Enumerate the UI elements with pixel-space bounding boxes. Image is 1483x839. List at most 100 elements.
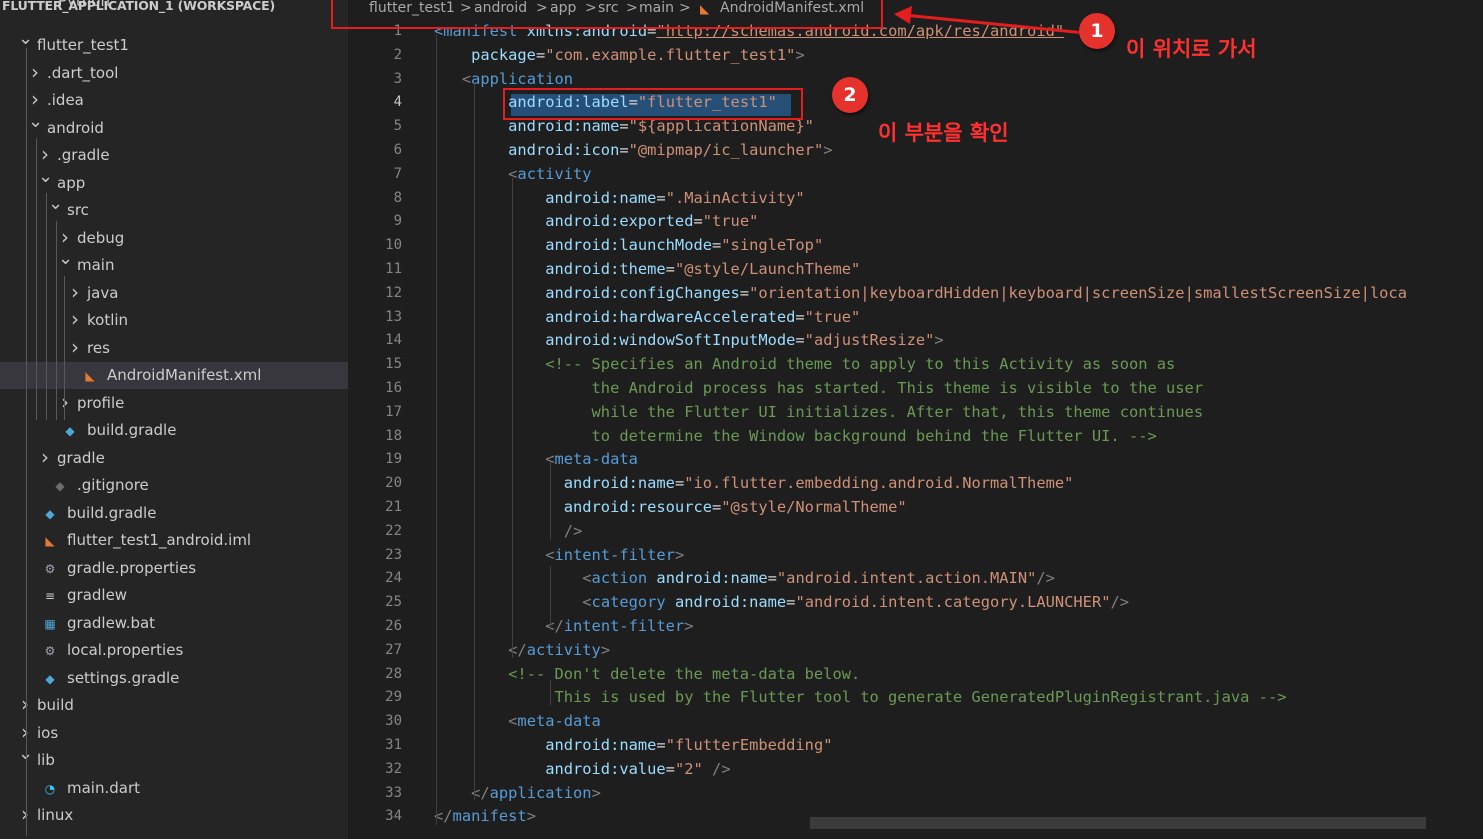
tree-item-label: AndroidManifest.xml [107,366,262,384]
code-line[interactable]: <!-- Specifies an Android theme to apply… [434,355,1175,373]
tree-item-linux[interactable]: › linux [0,802,348,829]
chevron-right-icon[interactable]: › [18,692,32,719]
tree-item-label: local.properties [67,641,184,659]
code-token-eq: = [674,474,685,493]
chevron-right-icon[interactable]: › [68,335,82,362]
code-line[interactable]: android:exported="true" [434,212,758,230]
tree-item-flutter-test1-android-iml[interactable]: ◣ flutter_test1_android.iml [0,527,348,554]
tree-item-res[interactable]: › res [0,335,348,362]
tree-item-gradlew-bat[interactable]: ▦ gradlew.bat [0,610,348,637]
code-token-com: <!-- Don't delete the meta-data below. [508,664,861,683]
code-line[interactable]: <application [434,70,573,88]
chevron-right-icon[interactable]: › [38,445,52,472]
code-token-eq: = [795,307,805,326]
chevron-right-icon[interactable]: › [28,60,42,87]
code-line[interactable]: </application> [434,784,601,802]
chevron-right-icon[interactable]: › [68,307,82,334]
tree-item-settings-gradle[interactable]: ◆ settings.gradle [0,665,348,692]
tree-item-profile[interactable]: › profile [0,390,348,417]
tree-item-main[interactable]: ⌄ main [0,250,348,279]
line-number: 10 [385,237,402,254]
code-line[interactable]: android:name="flutterEmbedding" [434,736,832,754]
chevron-right-icon[interactable]: › [58,390,72,417]
code-line[interactable]: <!-- Don't delete the meta-data below. [434,665,860,683]
code-line[interactable]: android:theme="@style/LaunchTheme" [434,260,860,278]
tree-item-gradle[interactable]: › .gradle [0,142,348,169]
code-line[interactable]: android:windowSoftInputMode="adjustResiz… [434,331,943,349]
code-line[interactable]: android:icon="@mipmap/ic_launcher"> [434,141,832,159]
code-line[interactable]: package="com.example.flutter_test1"> [434,46,805,64]
tree-item-label: java [87,283,119,302]
code-line[interactable]: <meta-data [434,450,638,468]
chevron-down-icon[interactable]: ⌄ [28,112,43,142]
tree-item-gradle[interactable]: › gradle [0,445,348,472]
tree-item-debug[interactable]: › debug [0,225,348,252]
code-line[interactable]: <category android:name="android.intent.c… [434,593,1129,611]
chevron-right-icon[interactable]: › [28,87,42,114]
code-token-val: "true" [804,307,861,326]
code-line[interactable]: android:name="io.flutter.embedding.andro… [434,474,1074,493]
chevron-down-icon[interactable]: ⌄ [18,745,33,774]
tree-item-gradlew[interactable]: ≡ gradlew [0,582,348,609]
annotation-badge-1: 1 [1079,13,1115,49]
tree-item-android[interactable]: ⌄ android [0,112,348,142]
tree-item-idea[interactable]: › .idea [0,87,348,114]
tree-item-local-properties[interactable]: ⚙ local.properties [0,637,348,664]
tree-item-dart-tool[interactable]: › .dart_tool [0,60,348,87]
tree-item-java[interactable]: › java [0,280,348,307]
workspace-title[interactable]: FLUTTER_APPLICATION_1 (WORKSPACE) [2,0,275,14]
code-line[interactable]: android:resource="@style/NormalTheme" [434,498,907,516]
tree-item-androidmanifest-xml[interactable]: ◣ AndroidManifest.xml [0,362,348,389]
tree-item-main-dart[interactable]: ◔ main.dart [0,775,348,802]
line-number: 22 [385,522,402,539]
chevron-right-icon[interactable]: › [18,802,32,829]
chevron-right-icon[interactable]: › [38,142,52,169]
code-token-com: <!-- Specifies an Android theme to apply… [545,355,1176,374]
tree-item-build-gradle[interactable]: ◆ build.gradle [0,417,348,444]
tree-item-ios[interactable]: › ios [0,720,348,747]
code-token-punc: > [674,545,685,564]
code-line[interactable]: to determine the Window background behin… [434,427,1157,445]
chevron-down-icon[interactable]: ⌄ [58,250,73,279]
code-line[interactable]: android:launchMode="singleTop" [434,236,823,254]
code-line[interactable]: This is used by the Flutter tool to gene… [434,688,1286,706]
code-line[interactable]: </manifest> [434,807,536,825]
tree-item-gradle-properties[interactable]: ⚙ gradle.properties [0,555,348,582]
chevron-right-icon[interactable]: › [68,280,82,307]
chevron-down-icon[interactable]: ⌄ [48,195,63,224]
code-token-val: "orientation|keyboardHidden|keyboard|scr… [749,283,1407,302]
code-line[interactable]: android:value="2" /> [434,760,730,778]
tree-item-kotlin[interactable]: › kotlin [0,307,348,334]
code-line[interactable]: android:configChanges="orientation|keybo… [434,284,1407,302]
chevron-down-icon[interactable]: ⌄ [18,30,33,59]
horizontal-scrollbar[interactable] [810,817,1426,829]
lines-icon: ≡ [44,589,56,603]
code-token-eq: = [665,260,675,278]
code-line[interactable]: while the Flutter UI initializes. After … [434,403,1204,421]
code-token-val: "flutterEmbedding" [665,736,833,754]
code-token-tag: action [591,569,657,588]
code-line[interactable]: </intent-filter> [434,617,693,635]
code-line[interactable]: android:name=".MainActivity" [434,189,804,207]
tree-item-src[interactable]: ⌄ src [0,195,348,224]
code-line[interactable]: <action android:name="android.intent.act… [434,569,1055,587]
code-line[interactable]: <intent-filter> [434,546,684,564]
line-number: 8 [393,189,402,206]
tree-item-lib[interactable]: ⌄lib [0,745,348,774]
tree-item-build-gradle[interactable]: ◆ build.gradle [0,500,348,527]
code-line[interactable]: /> [434,522,583,540]
tree-item-label: debug [77,228,125,247]
code-line[interactable]: android:hardwareAccelerated="true" [434,308,860,326]
code-line[interactable]: <meta-data [434,712,601,730]
code-line[interactable]: </activity> [434,641,610,659]
tree-item-gitignore[interactable]: ◆ .gitignore [0,472,348,499]
tree-item-build[interactable]: › build [0,692,348,719]
code-line[interactable]: the Android process has started. This th… [434,379,1204,397]
tree-item-flutter-test1[interactable]: ⌄ flutter_test1 [0,30,348,59]
